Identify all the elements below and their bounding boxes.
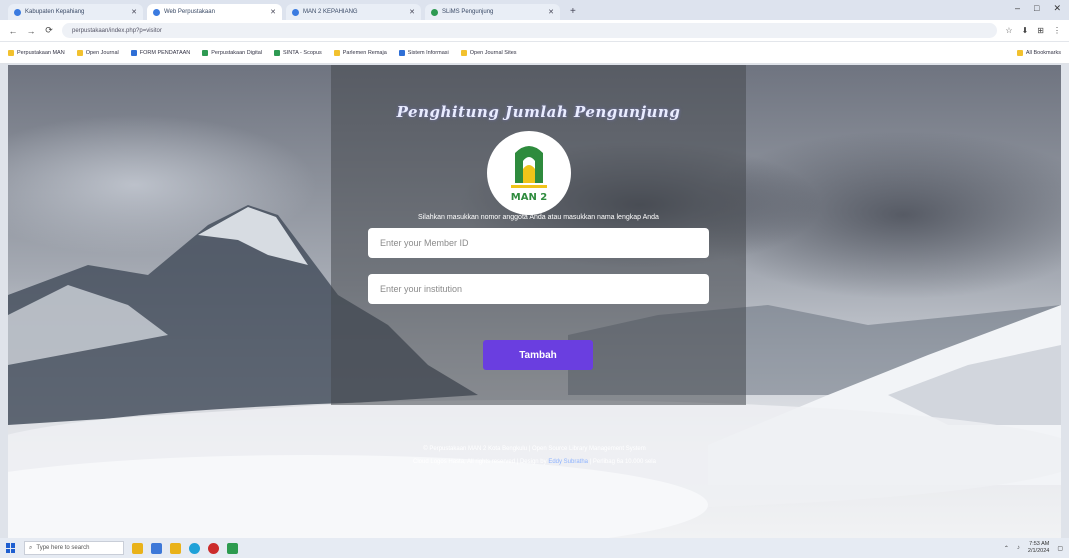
footer-credits: Cloud Logos Hasta, All rights reserved |…: [8, 459, 1061, 465]
extensions-icon[interactable]: ⊞: [1037, 26, 1044, 35]
bookmark-label: Sistem Informasi: [407, 49, 449, 56]
member-id-input[interactable]: [368, 228, 709, 258]
volume-icon[interactable]: ♪: [1017, 545, 1020, 551]
tab-label: SLiMS Pengunjung: [442, 9, 494, 15]
windows-start-icon[interactable]: [6, 543, 16, 553]
weather-widget-icon[interactable]: [132, 542, 143, 554]
clock-time: 7:53 AM: [1029, 541, 1050, 547]
site-icon: [202, 49, 209, 56]
bookmark-item[interactable]: FORM PENDATAAN: [130, 49, 191, 56]
bookmark-label: FORM PENDATAAN: [139, 49, 191, 56]
minimize-button[interactable]: –: [1015, 3, 1020, 14]
forward-icon[interactable]: →: [26, 26, 36, 36]
folder-icon: [76, 49, 83, 56]
windows-taskbar: ⌕ Type here to search ⌃ ♪ 7:53 AM 2/1/202…: [0, 538, 1069, 558]
folder-icon: [460, 49, 467, 56]
site-icon: [398, 49, 405, 56]
footer-copyright: © Perpustakaan MAN 2 Kota Bengkulu | Ope…: [423, 446, 646, 452]
page-title: Penghitung Jumlah Pengunjung: [396, 103, 681, 121]
favicon-icon: [14, 8, 21, 16]
maximize-button[interactable]: □: [1034, 3, 1039, 14]
footer-credit-text: Cloud Logos Hasta, All rights reserved |…: [413, 459, 547, 465]
file-explorer-icon[interactable]: [170, 542, 181, 554]
bookmark-label: Open Journal: [85, 49, 119, 56]
chrome-browser-icon[interactable]: [227, 542, 238, 554]
bookmark-item[interactable]: SINTA - Scopus: [274, 49, 322, 56]
taskbar-search[interactable]: ⌕ Type here to search: [24, 541, 124, 555]
bookmark-item[interactable]: Sistem Informasi: [398, 49, 449, 56]
browser-tab[interactable]: SLiMS Pengunjung ✕: [425, 4, 560, 20]
browser-toolbar: ☆ ⬇ ⊞ ⋮: [1005, 26, 1061, 35]
address-bar-row: ← → ⟳ perpustakaan/index.php?p=visitor ☆…: [0, 20, 1069, 42]
search-icon: ⌕: [29, 544, 33, 551]
bookmark-item[interactable]: Open Journal: [76, 49, 119, 56]
tab-label: Web Perpustakaan: [164, 9, 215, 15]
browser-tab-bar: Kabupaten Kepahiang ✕ Web Perpustakaan ✕ M…: [0, 0, 1069, 20]
bookmark-item[interactable]: Perpustakaan Digital: [202, 49, 263, 56]
browser-tab[interactable]: Kabupaten Kepahiang ✕: [8, 4, 143, 20]
close-tab-icon[interactable]: ✕: [131, 8, 137, 16]
favicon-icon: [153, 8, 160, 16]
bookmark-label: All Bookmarks: [1025, 49, 1061, 56]
download-icon[interactable]: ⬇: [1022, 26, 1029, 35]
bookmark-star-icon[interactable]: ☆: [1005, 26, 1012, 35]
bookmark-label: Perpustakaan MAN: [17, 49, 65, 56]
tab-label: Kabupaten Kepahiang: [25, 9, 85, 15]
designer-link[interactable]: Eddy Subratha: [548, 459, 588, 465]
app-icon[interactable]: [208, 542, 219, 554]
bookmark-label: Parlemen Remaja: [342, 49, 387, 56]
footer-credit-suffix: | Perlibag 6a 10.000 sela: [589, 459, 656, 465]
task-view-icon[interactable]: [151, 542, 162, 554]
menu-icon[interactable]: ⋮: [1053, 26, 1061, 35]
bookmark-item[interactable]: Open Journal Sites: [460, 49, 517, 56]
folder-icon: [1016, 49, 1023, 56]
new-tab-button[interactable]: +: [564, 4, 582, 20]
notification-icon[interactable]: ▢: [1057, 545, 1063, 552]
taskbar-clock[interactable]: 7:53 AM 2/1/2024: [1028, 541, 1049, 555]
bookmark-item[interactable]: Parlemen Remaja: [333, 49, 387, 56]
window-controls: – □ ✕: [1015, 3, 1061, 14]
all-bookmarks-button[interactable]: All Bookmarks: [1016, 49, 1061, 56]
bookmark-label: Open Journal Sites: [469, 49, 517, 56]
institution-input[interactable]: [368, 274, 709, 304]
bookmark-item[interactable]: Perpustakaan MAN: [8, 49, 65, 56]
taskbar-search-placeholder: Type here to search: [36, 545, 90, 551]
browser-tab[interactable]: MAN 2 KEPAHIANG ✕: [286, 4, 421, 20]
close-tab-icon[interactable]: ✕: [270, 8, 276, 16]
reload-icon[interactable]: ⟳: [44, 25, 54, 36]
url-input[interactable]: perpustakaan/index.php?p=visitor: [62, 23, 998, 38]
instruction-text: Silahkan masukkan nomor anggota Anda ata…: [418, 214, 659, 221]
bookmark-label: Perpustakaan Digital: [211, 49, 263, 56]
site-icon: [130, 49, 137, 56]
school-logo: MAN 2: [487, 131, 571, 215]
site-icon: [333, 49, 340, 56]
site-icon: [274, 49, 281, 56]
bookmarks-bar: Perpustakaan MAN Open Journal FORM PENDA…: [0, 42, 1069, 64]
edge-browser-icon[interactable]: [189, 542, 200, 554]
close-window-button[interactable]: ✕: [1053, 3, 1061, 14]
logo-text: MAN 2: [510, 192, 548, 203]
bookmark-label: SINTA - Scopus: [283, 49, 322, 56]
favicon-icon: [431, 8, 438, 16]
browser-tab-active[interactable]: Web Perpustakaan ✕: [147, 4, 282, 20]
network-icon[interactable]: ⌃: [1004, 545, 1009, 552]
folder-icon: [8, 49, 14, 56]
back-icon[interactable]: ←: [8, 26, 18, 36]
tab-label: MAN 2 KEPAHIANG: [303, 9, 358, 15]
system-tray: ⌃ ♪ 7:53 AM 2/1/2024 ▢: [1004, 541, 1063, 555]
favicon-icon: [292, 8, 299, 16]
close-tab-icon[interactable]: ✕: [409, 8, 415, 16]
add-visitor-button[interactable]: Tambah: [483, 340, 593, 370]
visitor-page: Penghitung Jumlah Pengunjung MAN 2 Silah…: [8, 65, 1061, 538]
close-tab-icon[interactable]: ✕: [548, 8, 554, 16]
visitor-counter-panel: Penghitung Jumlah Pengunjung MAN 2 Silah…: [331, 65, 746, 405]
clock-date: 2/1/2024: [1027, 548, 1050, 554]
